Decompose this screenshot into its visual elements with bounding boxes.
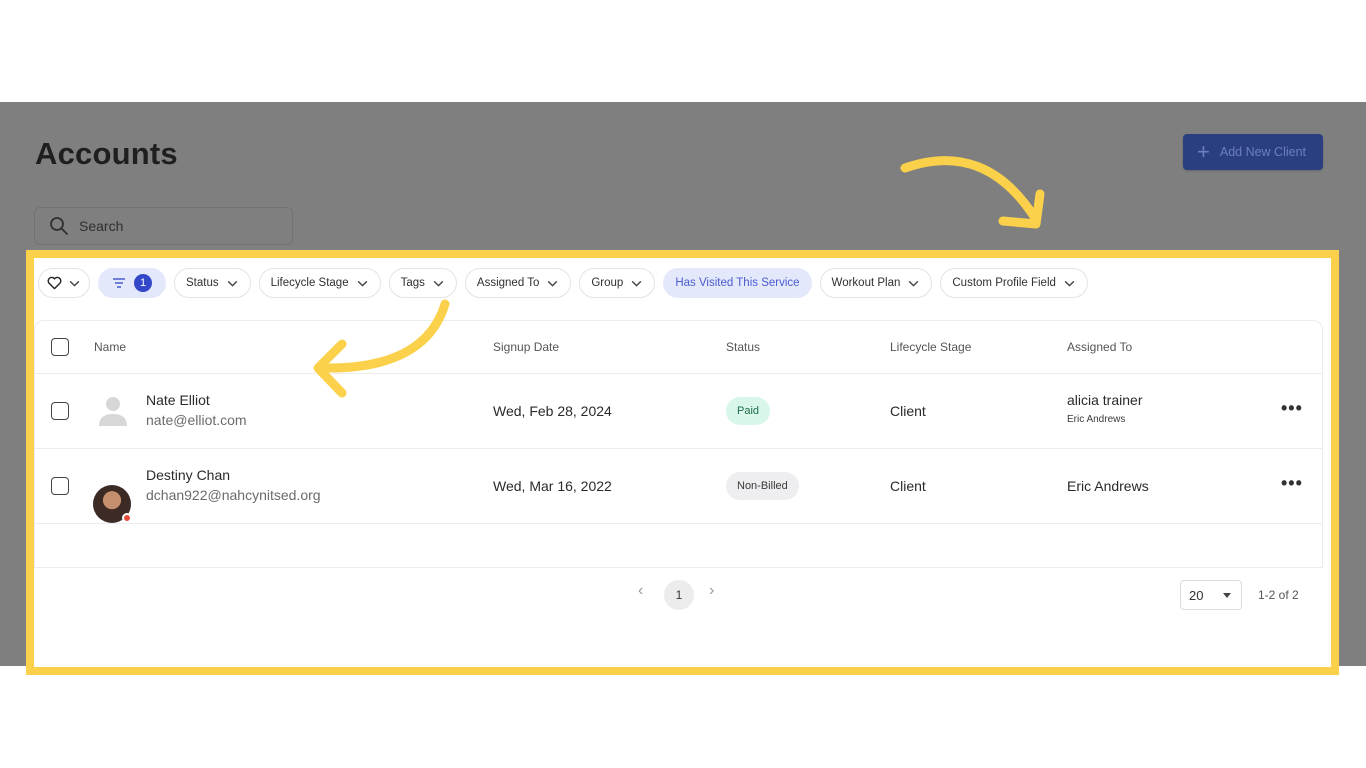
custom-profile-field-filter-label: Custom Profile Field — [952, 277, 1056, 289]
row-more-icon[interactable]: ••• — [1281, 398, 1303, 419]
column-header-name[interactable]: Name — [94, 340, 126, 354]
chevron-down-icon — [433, 280, 444, 287]
add-new-client-button[interactable]: + Add New Client — [1183, 134, 1323, 170]
signup-date: Wed, Mar 16, 2022 — [493, 478, 612, 494]
heart-icon — [47, 276, 62, 290]
chevron-down-icon — [69, 280, 80, 287]
lifecycle-stage-filter-chip[interactable]: Lifecycle Stage — [258, 268, 381, 298]
search-icon — [50, 217, 68, 235]
lifecycle-stage: Client — [890, 403, 926, 419]
client-email: dchan922@nahcynitsed.org — [146, 487, 321, 503]
chevron-left-icon[interactable]: ‹ — [638, 582, 643, 600]
group-filter-label: Group — [591, 277, 624, 289]
group-filter-chip[interactable]: Group — [579, 268, 656, 298]
caret-down-icon — [1223, 593, 1231, 598]
avatar — [93, 485, 132, 523]
column-header-assigned-to[interactable]: Assigned To — [1067, 340, 1132, 354]
per-page-select[interactable]: 20 — [1180, 580, 1242, 610]
chevron-down-icon — [909, 280, 919, 287]
client-name[interactable]: Destiny Chan — [146, 467, 321, 483]
chevron-right-icon[interactable]: › — [709, 582, 714, 600]
signup-date: Wed, Feb 28, 2024 — [493, 403, 612, 419]
plus-icon: + — [1197, 139, 1210, 164]
accounts-panel: 1 Status Lifecycle Stage Tags Assigned T… — [26, 250, 1339, 675]
filter-bar: 1 Status Lifecycle Stage Tags Assigned T… — [38, 267, 1088, 299]
app-backdrop: Accounts + Add New Client Search 1 Statu… — [0, 102, 1366, 675]
add-new-client-label: Add New Client — [1219, 145, 1307, 159]
client-email: nate@elliot.com — [146, 412, 247, 428]
table-header: Name Signup Date Status Lifecycle Stage … — [35, 321, 1322, 374]
has-visited-service-filter-chip[interactable]: Has Visited This Service — [663, 268, 812, 298]
search-field[interactable] — [34, 207, 293, 245]
status-dot-icon — [122, 513, 132, 523]
row-checkbox[interactable] — [51, 477, 69, 495]
custom-profile-field-filter-chip[interactable]: Custom Profile Field — [940, 268, 1088, 298]
active-filter-count-badge: 1 — [134, 274, 152, 292]
status-badge: Non-Billed — [726, 472, 799, 500]
lifecycle-stage: Client — [890, 478, 926, 494]
assigned-trainer: alicia trainer — [1067, 392, 1143, 408]
favorites-filter-chip[interactable] — [38, 268, 90, 298]
select-all-checkbox[interactable] — [51, 338, 69, 356]
client-name[interactable]: Nate Elliot — [146, 392, 247, 408]
row-checkbox[interactable] — [51, 402, 69, 420]
page-title: Accounts — [35, 136, 178, 171]
table-row[interactable]: Nate Elliot nate@elliot.com Wed, Feb 28,… — [35, 374, 1322, 449]
column-header-signup-date[interactable]: Signup Date — [493, 340, 559, 354]
filter-icon — [113, 278, 125, 288]
search-input[interactable] — [79, 218, 279, 234]
status-filter-label: Status — [186, 277, 219, 289]
table-row[interactable]: Destiny Chan dchan922@nahcynitsed.org We… — [35, 449, 1322, 524]
column-header-lifecycle-stage[interactable]: Lifecycle Stage — [890, 340, 971, 354]
filter-toggle-chip[interactable]: 1 — [98, 268, 166, 298]
assigned-to-filter-chip[interactable]: Assigned To — [464, 268, 572, 298]
lifecycle-stage-filter-label: Lifecycle Stage — [270, 277, 349, 289]
tags-filter-label: Tags — [400, 277, 425, 289]
status-badge: Paid — [726, 397, 771, 425]
assigned-to-filter-label: Assigned To — [476, 277, 540, 289]
page-number-button[interactable]: 1 — [664, 580, 694, 610]
user-placeholder-icon — [99, 397, 127, 426]
chevron-down-icon — [227, 280, 237, 287]
accounts-table: Name Signup Date Status Lifecycle Stage … — [34, 320, 1323, 568]
chevron-down-icon — [357, 280, 367, 287]
tags-filter-chip[interactable]: Tags — [388, 268, 457, 298]
has-visited-service-filter-label: Has Visited This Service — [675, 277, 800, 289]
workout-plan-filter-label: Workout Plan — [831, 277, 901, 289]
result-range: 1-2 of 2 — [1258, 588, 1299, 602]
pagination: ‹ 1 › 20 1-2 of 2 — [34, 568, 1323, 620]
chevron-down-icon — [548, 280, 558, 287]
workout-plan-filter-chip[interactable]: Workout Plan — [819, 268, 933, 298]
column-header-status[interactable]: Status — [726, 340, 760, 354]
status-filter-chip[interactable]: Status — [174, 268, 251, 298]
row-more-icon[interactable]: ••• — [1281, 473, 1303, 494]
chevron-down-icon — [1064, 280, 1075, 287]
avatar — [95, 392, 131, 433]
assigned-trainer: Eric Andrews — [1067, 478, 1149, 494]
per-page-value: 20 — [1189, 587, 1204, 603]
assigned-secondary: Eric Andrews — [1067, 414, 1126, 425]
chevron-down-icon — [631, 280, 642, 287]
